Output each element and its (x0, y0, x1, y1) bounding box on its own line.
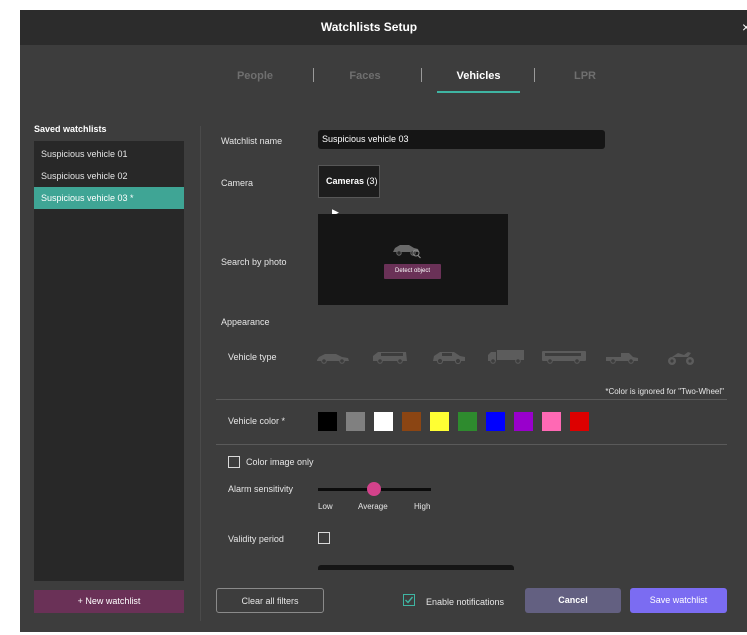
pickup-icon[interactable] (605, 347, 639, 367)
date-range-field[interactable] (318, 565, 514, 570)
enable-notifications-label: Enable notifications (426, 597, 505, 607)
search-by-photo-label: Search by photo (221, 257, 287, 267)
tab-people[interactable]: People (230, 66, 280, 86)
slider-average-label: Average (358, 502, 388, 511)
cameras-button[interactable]: Cameras (3) ▶ (318, 165, 380, 217)
divider (216, 399, 727, 400)
vehicle-color-swatch[interactable] (402, 412, 421, 431)
alarm-sensitivity-label: Alarm sensitivity (228, 484, 294, 494)
watchlist-name-input[interactable]: Suspicious vehicle 03 (318, 130, 605, 149)
van-icon[interactable] (372, 347, 408, 367)
camera-label: Camera (221, 178, 254, 188)
tab-divider (534, 68, 535, 82)
saved-watchlists-heading: Saved watchlists (34, 124, 107, 134)
dialog-title: Watchlists Setup (320, 20, 418, 34)
divider (216, 444, 727, 445)
vehicle-color-swatch[interactable] (486, 412, 505, 431)
tab-divider (421, 68, 422, 82)
active-tab-indicator (437, 91, 520, 93)
alarm-sensitivity-slider-thumb[interactable] (367, 482, 381, 496)
sedan-icon[interactable] (316, 347, 350, 367)
vehicle-type-label: Vehicle type (228, 352, 277, 362)
saved-watchlist-item[interactable]: Suspicious vehicle 02 (34, 165, 184, 187)
vehicle-color-label: Vehicle color * (228, 416, 286, 426)
vehicle-color-swatch[interactable] (542, 412, 561, 431)
vehicle-color-swatch[interactable] (514, 412, 533, 431)
photo-drop-area[interactable]: Detect object (318, 214, 508, 305)
save-watchlist-button[interactable]: Save watchlist (630, 588, 727, 613)
cameras-button-label: Cameras (326, 176, 365, 186)
cancel-button[interactable]: Cancel (525, 588, 621, 613)
vehicle-color-swatch[interactable] (318, 412, 337, 431)
color-image-only-checkbox[interactable] (228, 456, 240, 468)
color-image-only-label: Color image only (246, 457, 314, 467)
vehicle-color-swatch[interactable] (374, 412, 393, 431)
tab-lpr[interactable]: LPR (565, 66, 605, 86)
vehicle-color-swatch[interactable] (570, 412, 589, 431)
new-watchlist-button[interactable]: + New watchlist (34, 590, 184, 613)
clear-all-filters-button[interactable]: Clear all filters (216, 588, 324, 613)
watchlists-setup-dialog: Watchlists Setup × People Faces Vehicles… (20, 10, 747, 632)
bus-icon[interactable] (541, 347, 587, 367)
motorcycle-icon[interactable] (666, 347, 696, 367)
checkmark-icon (405, 596, 414, 604)
validity-period-label: Validity period (228, 534, 284, 544)
close-icon[interactable]: × (742, 10, 747, 45)
detect-object-button[interactable]: Detect object (384, 264, 441, 279)
saved-watchlist-item[interactable]: Suspicious vehicle 01 (34, 143, 184, 165)
tab-bar: People Faces Vehicles LPR (20, 66, 747, 100)
car-search-icon (393, 245, 421, 259)
saved-watchlist-item-selected[interactable]: Suspicious vehicle 03 * (34, 187, 184, 209)
tab-faces[interactable]: Faces (340, 66, 390, 86)
watchlist-name-label: Watchlist name (221, 136, 283, 146)
color-note: *Color is ignored for "Two-Wheel" (605, 387, 724, 396)
cameras-count: (3) (366, 176, 378, 186)
appearance-label: Appearance (221, 317, 270, 327)
enable-notifications-checkbox[interactable] (403, 594, 415, 606)
title-bar: Watchlists Setup × (20, 10, 747, 45)
suv-icon[interactable] (432, 347, 466, 367)
vehicle-color-swatch[interactable] (346, 412, 365, 431)
slider-low-label: Low (318, 502, 333, 511)
tab-divider (313, 68, 314, 82)
vehicle-color-swatch[interactable] (430, 412, 449, 431)
vehicle-color-swatch[interactable] (458, 412, 477, 431)
panel-divider (200, 126, 201, 621)
saved-watchlists-list[interactable]: Suspicious vehicle 01 Suspicious vehicle… (34, 141, 184, 581)
validity-period-checkbox[interactable] (318, 532, 330, 544)
tab-vehicles[interactable]: Vehicles (437, 66, 520, 86)
truck-icon[interactable] (487, 347, 525, 367)
slider-high-label: High (414, 502, 431, 511)
